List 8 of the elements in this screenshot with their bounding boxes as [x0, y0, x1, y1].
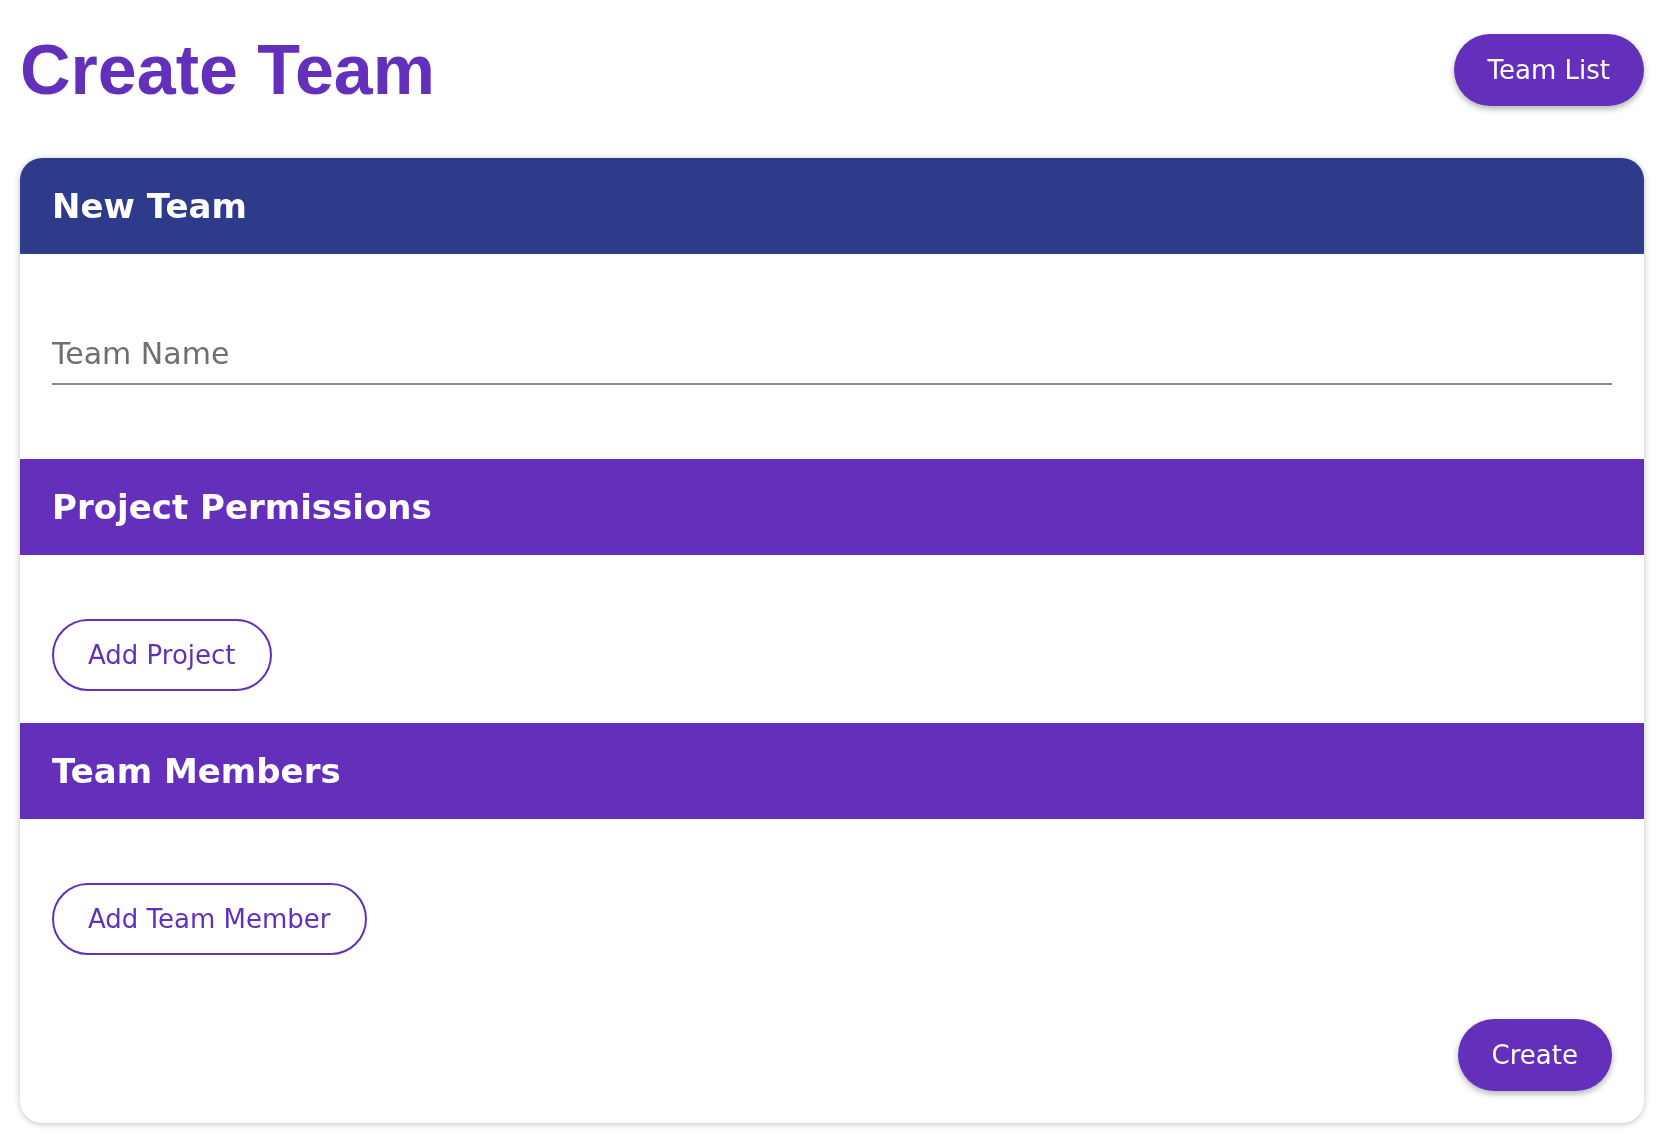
section-header: Project Permissions — [20, 459, 1644, 555]
add-button[interactable]: Add Project — [52, 619, 272, 691]
create-button[interactable]: Create — [1457, 1019, 1612, 1091]
section-header: New Team — [20, 158, 1644, 254]
add-button[interactable]: Add Team Member — [52, 883, 367, 955]
team-list-button[interactable]: Team List — [1453, 34, 1644, 106]
section-header: Team Members — [20, 723, 1644, 819]
page-title: Create Team — [20, 34, 435, 106]
